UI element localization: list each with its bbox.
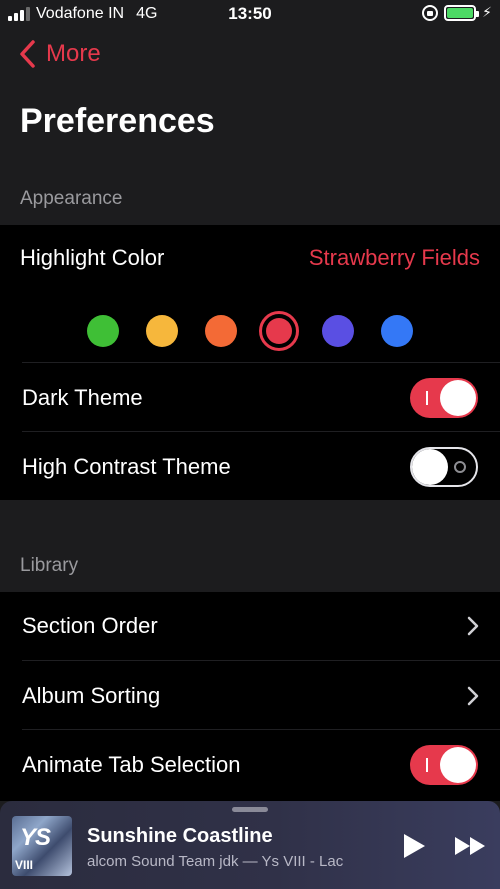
animate-tab-row: Animate Tab Selection [22,729,500,799]
orientation-lock-icon [422,4,439,21]
toggle-knob [412,448,448,485]
artwork-sub-text: VIII [15,858,34,872]
high-contrast-toggle[interactable] [410,446,478,487]
back-button[interactable]: More [16,38,101,70]
toggle-on-mark [426,390,428,405]
page-title: Preferences [20,102,215,140]
animate-tab-label: Animate Tab Selection [22,751,241,777]
swatch-strawberry-selected[interactable] [259,311,299,351]
toggle-off-mark [454,460,466,473]
artwork-logo-text: YS [20,824,51,851]
charging-icon: ⚡ [482,4,492,20]
mini-player-grabber[interactable] [232,807,268,812]
animate-tab-toggle[interactable] [410,744,478,785]
appearance-group: Highlight Color Strawberry Fields Dark T… [0,225,500,500]
chevron-right-icon [467,616,479,636]
track-title: Sunshine Coastline [87,825,273,847]
status-right: ⚡ [422,4,492,21]
section-header-library: Library [20,555,79,576]
dark-theme-row: Dark Theme [22,362,500,432]
high-contrast-label: High Contrast Theme [22,453,231,479]
chevron-left-icon [20,40,35,68]
swatch-blue[interactable] [381,315,413,347]
album-sorting-row[interactable]: Album Sorting [22,660,500,730]
chevron-right-icon [467,686,479,705]
highlight-color-row[interactable]: Highlight Color Strawberry Fields [20,225,500,291]
battery-level [447,7,474,18]
track-subtitle: alcom Sound Team jdk — Ys VIII - Lac [87,853,344,870]
dark-theme-label: Dark Theme [22,384,143,410]
toggle-knob [440,746,476,783]
fast-forward-icon[interactable] [454,836,486,856]
color-swatches [0,301,500,361]
status-bar: Vodafone IN 4G 13:50 ⚡ [0,0,500,30]
section-order-label: Section Order [22,613,158,638]
high-contrast-row: High Contrast Theme [22,431,500,501]
back-label: More [46,40,101,67]
swatch-green[interactable] [87,315,119,347]
toggle-knob [440,379,476,416]
library-group: Section Order Album Sorting Animate Tab … [0,592,500,801]
mini-player[interactable]: YS VIII Sunshine Coastline alcom Sound T… [0,801,500,889]
swatch-yellow[interactable] [146,315,178,347]
dark-theme-toggle[interactable] [410,377,478,418]
play-icon[interactable] [402,833,426,859]
toggle-on-mark [426,757,428,772]
album-artwork: YS VIII [12,816,72,876]
album-sorting-label: Album Sorting [22,682,161,708]
battery-icon [444,4,480,21]
swatch-orange[interactable] [205,315,237,347]
swatch-indigo[interactable] [322,315,354,347]
highlight-color-label: Highlight Color [20,245,165,270]
highlight-color-value: Strawberry Fields [308,245,480,270]
section-header-appearance: Appearance [20,188,123,209]
section-order-row[interactable]: Section Order [22,592,500,660]
